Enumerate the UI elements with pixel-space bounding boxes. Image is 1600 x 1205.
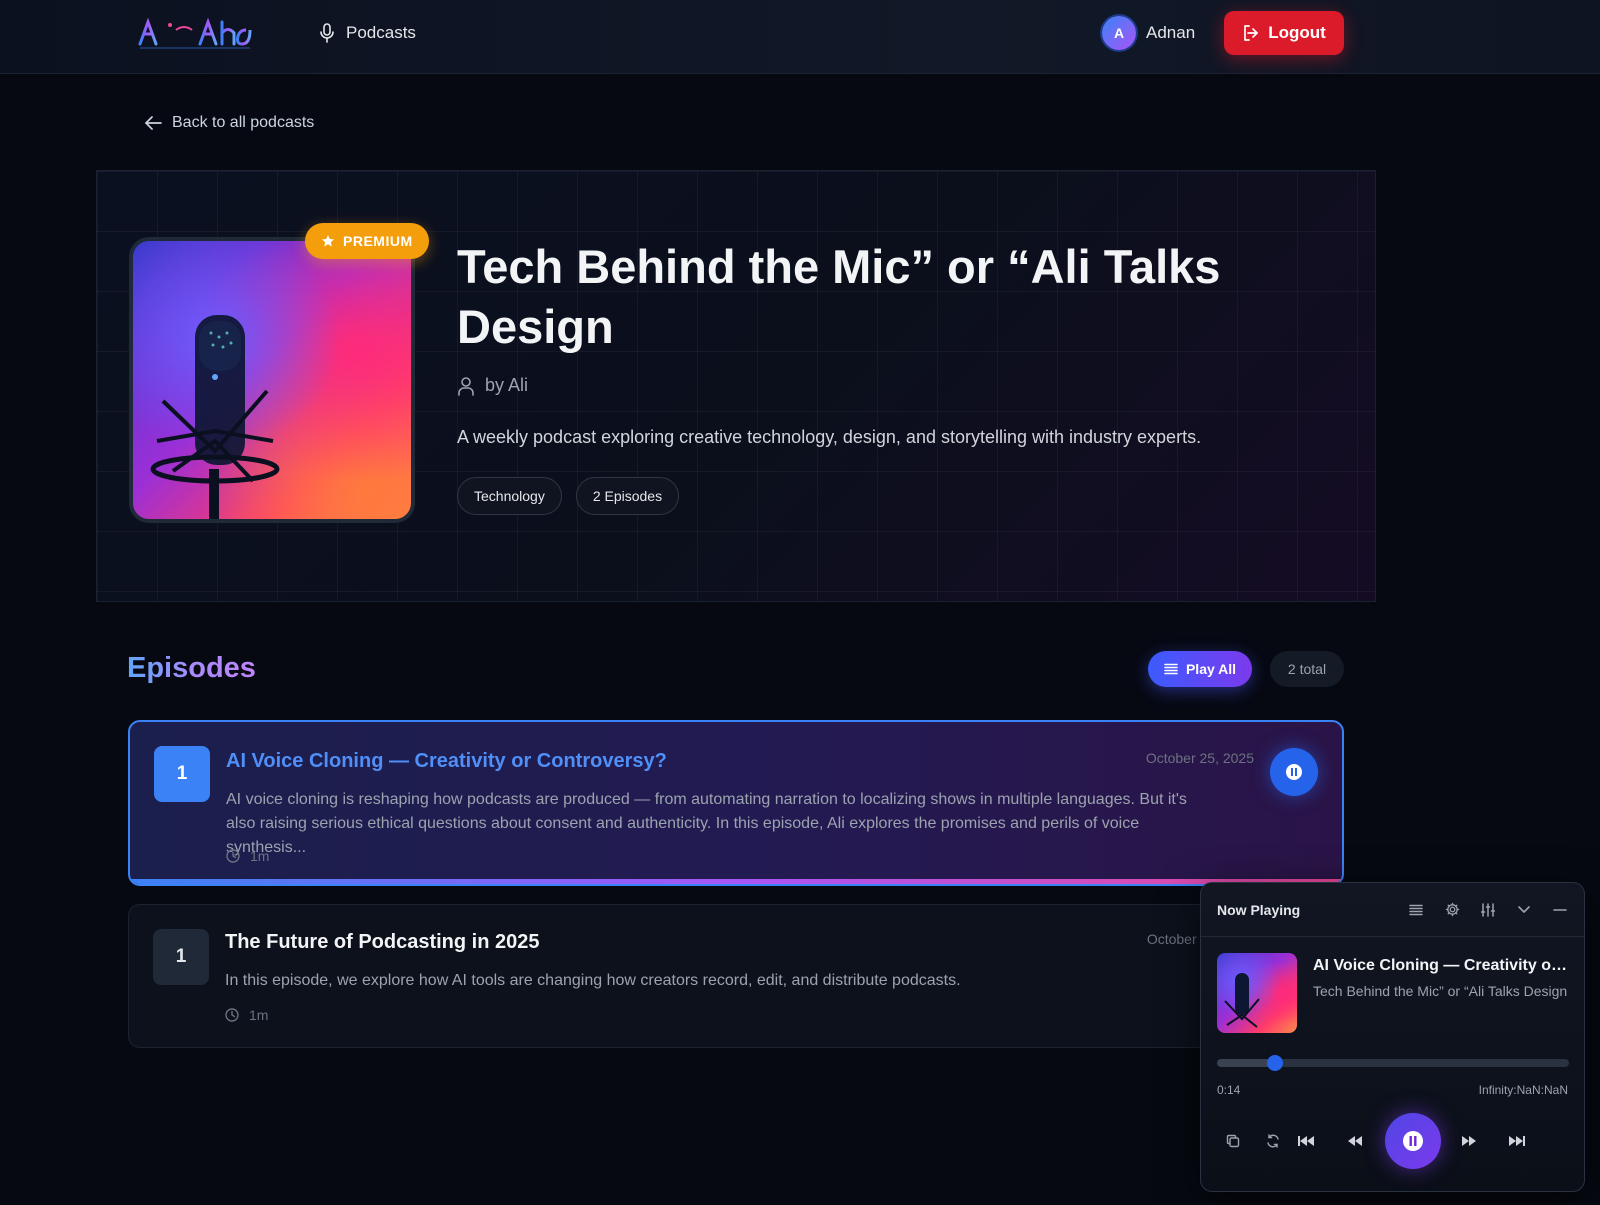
- player-current-time: 0:14: [1217, 1083, 1241, 1097]
- settings-button[interactable]: [1444, 902, 1460, 918]
- logout-label: Logout: [1268, 23, 1326, 42]
- player-total-time: Infinity:NaN:NaN: [1478, 1083, 1568, 1097]
- player-track-thumbnail: [1217, 953, 1297, 1033]
- microphone-thumbnail-art: [1224, 973, 1260, 1028]
- logout-icon: [1244, 25, 1259, 41]
- play-all-label: Play All: [1185, 661, 1237, 677]
- collapse-player-button[interactable]: [1516, 902, 1532, 918]
- skip-forward-icon: [1509, 1136, 1525, 1146]
- player-pause-button[interactable]: [1385, 1113, 1441, 1169]
- star-icon: [322, 235, 334, 247]
- player-controls: [1201, 1111, 1584, 1171]
- episode-pause-button[interactable]: [1270, 748, 1318, 796]
- episode-title[interactable]: The Future of Podcasting in 2025: [225, 931, 540, 954]
- clock-icon: [226, 849, 240, 863]
- tag-episode-count: 2 Episodes: [575, 477, 680, 515]
- queue-list-button[interactable]: [1408, 902, 1424, 918]
- copy-button[interactable]: [1221, 1129, 1245, 1153]
- premium-badge-label: PREMIUM: [343, 233, 413, 249]
- minus-icon: [1553, 908, 1567, 911]
- skip-back-icon: [1298, 1136, 1314, 1146]
- skip-forward-button[interactable]: [1505, 1129, 1529, 1153]
- fast-forward-button[interactable]: [1457, 1129, 1481, 1153]
- copy-icon: [1226, 1134, 1240, 1148]
- episode-number: 1: [153, 929, 209, 985]
- microphone-icon: [320, 23, 334, 43]
- player-track-subtitle: Tech Behind the Mic” or “Ali Talks Desig…: [1313, 983, 1568, 999]
- list-icon: [1409, 904, 1423, 915]
- podcast-author: by Ali: [457, 375, 528, 396]
- episode-description: In this episode, we explore how AI tools…: [225, 972, 961, 989]
- clock-icon: [225, 1008, 239, 1022]
- user-icon: [458, 376, 474, 396]
- fast-forward-icon: [1462, 1136, 1476, 1146]
- repeat-icon: [1267, 1134, 1279, 1148]
- user-menu[interactable]: A Adnan: [1102, 16, 1195, 50]
- episode-duration-label: 1m: [249, 1007, 269, 1023]
- podcast-tags: Technology 2 Episodes: [457, 477, 680, 515]
- episode-duration: 1m: [225, 1007, 268, 1023]
- episode-total-badge: 2 total: [1270, 651, 1344, 687]
- tag-category: Technology: [457, 477, 562, 515]
- podcast-description: A weekly podcast exploring creative tech…: [457, 427, 1202, 447]
- episode-date: October 25, 2025: [1145, 750, 1254, 766]
- chevron-down-icon: [1518, 905, 1530, 913]
- arrow-left-icon: [145, 116, 162, 130]
- episodes-heading: Episodes: [127, 652, 256, 684]
- player-track-title: AI Voice Cloning — Creativity or Controv…: [1313, 957, 1569, 974]
- rewind-button[interactable]: [1343, 1129, 1367, 1153]
- skip-back-button[interactable]: [1295, 1129, 1319, 1153]
- episode-duration-label: 1m: [250, 848, 270, 864]
- pause-icon: [1286, 764, 1302, 780]
- minimize-player-button[interactable]: [1552, 902, 1568, 918]
- player-toolbar: [1408, 902, 1568, 918]
- gear-icon: [1445, 902, 1459, 917]
- active-episode-progress-glow: [130, 879, 1342, 884]
- episode-number: 1: [154, 746, 210, 802]
- podcast-hero: PREMIUM Tech Behind the Mic” or “Ali Tal…: [96, 170, 1376, 602]
- avatar: A: [1102, 16, 1136, 50]
- nav-podcasts-link[interactable]: Podcasts: [318, 20, 416, 46]
- episode-title[interactable]: AI Voice Cloning — Creativity or Controv…: [226, 750, 667, 773]
- equalizer-icon: [1481, 902, 1495, 917]
- player-progress-bar[interactable]: [1217, 1055, 1569, 1071]
- equalizer-button[interactable]: [1480, 902, 1496, 918]
- podcast-title: Tech Behind the Mic” or “Ali Talks Desig…: [457, 240, 1221, 353]
- rewind-icon: [1348, 1136, 1362, 1146]
- episode-duration: 1m: [226, 848, 269, 864]
- play-all-button[interactable]: Play All: [1148, 651, 1252, 687]
- podcast-cover-image: [129, 237, 415, 523]
- episode-card-active[interactable]: 1 AI Voice Cloning — Creativity or Contr…: [128, 720, 1344, 886]
- back-link-label: Back to all podcasts: [172, 114, 315, 131]
- microphone-cover-art: [150, 315, 280, 519]
- podcast-author-label: by Ali: [485, 375, 529, 395]
- site-logo[interactable]: [138, 16, 254, 50]
- top-nav: Podcasts A Adnan Logout: [0, 0, 1600, 74]
- episode-description: AI voice cloning is reshaping how podcas…: [226, 791, 1187, 856]
- pause-icon: [1403, 1131, 1423, 1151]
- player-progress-knob[interactable]: [1267, 1055, 1284, 1071]
- repeat-button[interactable]: [1261, 1129, 1285, 1153]
- now-playing-player: Now Playing AI Voice Cloning — Creativit…: [1200, 882, 1585, 1192]
- user-name: Adnan: [1146, 23, 1196, 42]
- player-header: Now Playing: [1201, 883, 1584, 937]
- back-link[interactable]: Back to all podcasts: [144, 114, 314, 132]
- player-label: Now Playing: [1217, 901, 1301, 918]
- premium-badge: PREMIUM: [305, 223, 429, 259]
- episode-card[interactable]: 1 The Future of Podcasting in 2025 Octob…: [128, 904, 1344, 1048]
- nav-podcasts-label: Podcasts: [346, 23, 416, 42]
- list-icon: [1164, 663, 1178, 675]
- logout-button[interactable]: Logout: [1224, 11, 1344, 55]
